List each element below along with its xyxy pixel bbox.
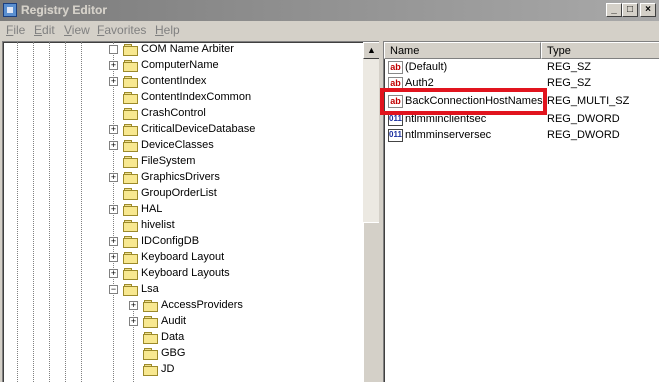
- menu-view[interactable]: View: [64, 23, 90, 37]
- expander[interactable]: +: [109, 269, 118, 278]
- string-value-icon: ab: [388, 61, 403, 74]
- menu-bar: File Edit View Favorites Help: [0, 21, 659, 40]
- menu-edit[interactable]: Edit: [34, 23, 55, 37]
- scroll-up-arrow-icon[interactable]: ▲: [363, 42, 379, 59]
- folder-icon: [123, 92, 139, 104]
- folder-icon: [123, 76, 139, 88]
- maximize-button[interactable]: □: [622, 3, 638, 17]
- column-header-name[interactable]: Name: [384, 42, 541, 59]
- folder-icon: [143, 364, 159, 376]
- expander[interactable]: +: [109, 237, 118, 246]
- expander[interactable]: +: [109, 173, 118, 182]
- expander[interactable]: +: [109, 253, 118, 262]
- close-button[interactable]: ×: [640, 3, 656, 17]
- dword-value-icon: 011: [388, 129, 403, 142]
- folder-icon: [123, 204, 139, 216]
- title-bar: Registry Editor _ □ ×: [0, 0, 659, 21]
- folder-icon: [143, 316, 159, 328]
- folder-icon: [123, 44, 139, 56]
- expander[interactable]: [109, 45, 118, 54]
- folder-icon: [123, 124, 139, 136]
- highlight-box: [380, 88, 547, 115]
- folder-icon: [143, 300, 159, 312]
- expander[interactable]: +: [109, 61, 118, 70]
- scroll-thumb[interactable]: [363, 222, 379, 382]
- expander[interactable]: +: [109, 77, 118, 86]
- folder-icon: [123, 268, 139, 280]
- menu-favorites[interactable]: Favorites: [97, 23, 146, 37]
- value-row[interactable]: 011 ntlmminserversec REG_DWORD: [388, 128, 658, 144]
- folder-icon: [123, 220, 139, 232]
- folder-icon: [123, 284, 139, 296]
- column-header-type[interactable]: Type: [541, 42, 659, 59]
- registry-editor-icon: [3, 3, 17, 17]
- folder-icon: [123, 172, 139, 184]
- folder-icon: [143, 332, 159, 344]
- expander[interactable]: −: [109, 285, 118, 294]
- folder-icon: [123, 252, 139, 264]
- folder-icon: [123, 108, 139, 120]
- folder-icon: [143, 348, 159, 360]
- folder-icon: [123, 60, 139, 72]
- expander[interactable]: +: [129, 317, 138, 326]
- menu-help[interactable]: Help: [155, 23, 180, 37]
- expander[interactable]: +: [129, 301, 138, 310]
- key-tree-pane[interactable]: COM Name Arbiter + ComputerName + Conten…: [2, 41, 379, 382]
- folder-icon: [123, 236, 139, 248]
- minimize-button[interactable]: _: [606, 3, 622, 17]
- value-row[interactable]: ab (Default) REG_SZ: [388, 60, 658, 76]
- expander[interactable]: +: [109, 125, 118, 134]
- folder-icon: [123, 140, 139, 152]
- folder-icon: [123, 188, 139, 200]
- window-title: Registry Editor: [21, 3, 108, 17]
- menu-file[interactable]: File: [6, 23, 25, 37]
- expander[interactable]: +: [109, 141, 118, 150]
- expander[interactable]: +: [109, 205, 118, 214]
- folder-icon: [123, 156, 139, 168]
- tree-scrollbar[interactable]: ▲: [363, 42, 379, 382]
